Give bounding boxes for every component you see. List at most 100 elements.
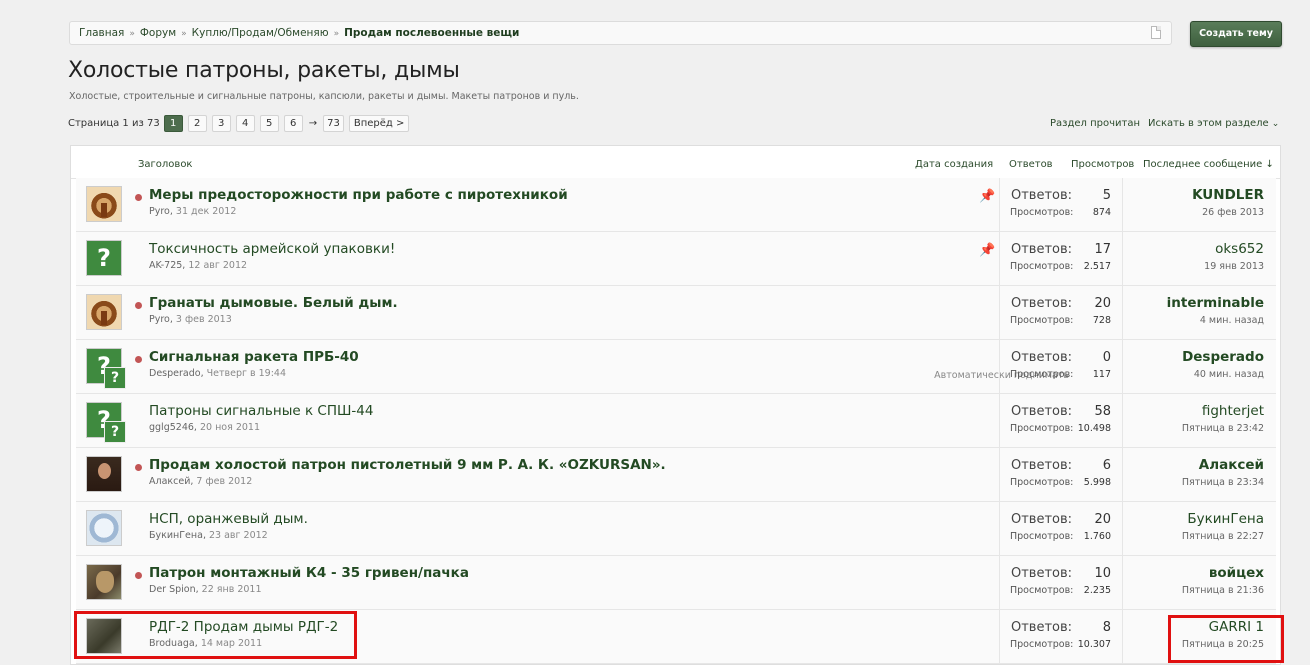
last-post-info: Desperado 40 мин. назад bbox=[1124, 340, 1264, 393]
page-link-3[interactable]: 3 bbox=[211, 115, 231, 132]
replies-count: 8 bbox=[1102, 620, 1111, 635]
sort-by-created[interactable]: Дата создания bbox=[915, 159, 993, 170]
last-post-user-link[interactable]: войцех bbox=[1209, 565, 1264, 581]
thread-date: 3 фев 2013 bbox=[175, 314, 232, 325]
thread-author-link[interactable]: Pyro bbox=[149, 206, 170, 217]
last-post-time-link[interactable]: 26 фев 2013 bbox=[1202, 207, 1264, 218]
chevron-down-icon: ⌄ bbox=[1271, 119, 1280, 129]
replies-label: Ответов: bbox=[1011, 404, 1073, 419]
pyro-avatar[interactable] bbox=[86, 294, 122, 330]
thread-author-link[interactable]: gglg5246 bbox=[149, 422, 194, 433]
replies-label: Ответов: bbox=[1011, 296, 1073, 311]
thread-row: Меры предосторожности при работе с пирот… bbox=[76, 178, 1276, 232]
page-counter: Страница 1 из 73 bbox=[68, 118, 160, 129]
pyro-avatar[interactable] bbox=[86, 186, 122, 222]
last-post-info: БукинГена Пятница в 22:27 bbox=[1124, 502, 1264, 555]
page-link-4[interactable]: 4 bbox=[235, 115, 255, 132]
last-post-time-link[interactable]: 4 мин. назад bbox=[1200, 315, 1264, 326]
thread-row: ?? Патроны сигнальные к СПШ-44 gglg5246, 2… bbox=[76, 394, 1276, 448]
sort-by-last-post[interactable]: Последнее сообщение ↓ bbox=[1143, 159, 1274, 170]
thread-date: 7 фев 2012 bbox=[196, 476, 253, 487]
thread-title-link[interactable]: Токсичность армейской упаковки! bbox=[149, 241, 395, 257]
man-avatar[interactable] bbox=[86, 456, 122, 492]
views-count: 728 bbox=[1092, 315, 1111, 326]
views-count: 2.517 bbox=[1083, 261, 1111, 272]
thread-title-link[interactable]: Меры предосторожности при работе с пирот… bbox=[149, 187, 568, 203]
thread-title-link[interactable]: Сигнальная ракета ПРБ-40 bbox=[149, 349, 359, 365]
thread-stats: Ответов: 0 Просмотров: 117 bbox=[999, 340, 1123, 393]
sort-by-views[interactable]: Просмотров bbox=[1071, 159, 1134, 170]
thread-author-link[interactable]: Der Spion bbox=[149, 584, 196, 595]
replies-label: Ответов: bbox=[1011, 458, 1073, 473]
views-label: Просмотров: bbox=[1010, 261, 1074, 272]
thread-author-link[interactable]: Алаксей bbox=[149, 476, 190, 487]
last-post-user-link[interactable]: oks652 bbox=[1215, 241, 1264, 257]
last-post-time-link[interactable]: Пятница в 22:27 bbox=[1182, 531, 1264, 542]
thread-title-link[interactable]: Патрон монтажный К4 - 35 гривен/пачка bbox=[149, 565, 469, 581]
thread-author-link[interactable]: Pyro bbox=[149, 314, 170, 325]
breadcrumb-home[interactable]: Главная bbox=[79, 27, 124, 39]
views-label: Просмотров: bbox=[1010, 369, 1074, 380]
replies-count: 17 bbox=[1094, 242, 1111, 257]
sticky-pin-icon: 📌 bbox=[979, 189, 996, 204]
views-label: Просмотров: bbox=[1010, 531, 1074, 542]
thread-title-link[interactable]: НСП, оранжевый дым. bbox=[149, 511, 308, 527]
last-post-time-link[interactable]: Пятница в 21:36 bbox=[1182, 585, 1264, 596]
views-label: Просмотров: bbox=[1010, 477, 1074, 488]
thread-date: 31 дек 2012 bbox=[175, 206, 237, 217]
page-link-1[interactable]: 1 bbox=[163, 115, 183, 132]
sort-by-replies[interactable]: Ответов bbox=[1009, 159, 1053, 170]
unread-dot-icon bbox=[135, 572, 142, 579]
thread-stats: Ответов: 58 Просмотров: 10.498 bbox=[999, 394, 1123, 447]
unread-dot-icon bbox=[135, 356, 142, 363]
thread-date: 12 авг 2012 bbox=[188, 260, 248, 271]
replies-count: 5 bbox=[1102, 188, 1111, 203]
question-avatar[interactable]: ? bbox=[86, 240, 122, 276]
thread-stats: Ответов: 6 Просмотров: 5.998 bbox=[999, 448, 1123, 501]
mark-forum-read-link[interactable]: Раздел прочитан bbox=[1050, 118, 1140, 129]
thread-title-link[interactable]: Гранаты дымовые. Белый дым. bbox=[149, 295, 398, 311]
last-post-user-link[interactable]: Desperado bbox=[1182, 349, 1264, 365]
next-page-button[interactable]: Вперёд > bbox=[348, 115, 410, 132]
thread-author-link[interactable]: AK-725 bbox=[149, 260, 182, 271]
last-post-user-link[interactable]: fighterjet bbox=[1202, 403, 1264, 419]
breadcrumb-buy-sell[interactable]: Куплю/Продам/Обменяю bbox=[192, 27, 329, 39]
last-post-user-link[interactable]: Алаксей bbox=[1199, 457, 1264, 473]
logo-avatar[interactable] bbox=[86, 510, 122, 546]
page-icon[interactable] bbox=[1151, 26, 1161, 39]
thread-title-link[interactable]: Продам холостой патрон пистолетный 9 мм … bbox=[149, 457, 666, 473]
create-thread-button[interactable]: Создать тему bbox=[1190, 21, 1282, 47]
thread-list-header: Заголовок Дата создания Ответов Просмотр… bbox=[71, 146, 1280, 179]
last-post-user-link[interactable]: interminable bbox=[1167, 295, 1264, 311]
thread-title-link[interactable]: Патроны сигнальные к СПШ-44 bbox=[149, 403, 373, 419]
breadcrumb-current[interactable]: Продам послевоенные вещи bbox=[344, 27, 519, 39]
page-link-2[interactable]: 2 bbox=[187, 115, 207, 132]
last-post-time-link[interactable]: Пятница в 23:42 bbox=[1182, 423, 1264, 434]
last-post-time-link[interactable]: Пятница в 23:34 bbox=[1182, 477, 1264, 488]
thread-stats: Ответов: 10 Просмотров: 2.235 bbox=[999, 556, 1123, 609]
thread-author-link[interactable]: БукинГена bbox=[149, 530, 203, 541]
thread-stats: Ответов: 5 Просмотров: 874 bbox=[999, 178, 1123, 231]
page-jump-arrow[interactable]: → bbox=[309, 118, 317, 129]
unread-dot-icon bbox=[135, 194, 142, 201]
thread-meta: Pyro, 3 фев 2013 bbox=[149, 314, 232, 325]
breadcrumb-forum[interactable]: Форум bbox=[140, 27, 176, 39]
sort-by-title[interactable]: Заголовок bbox=[138, 159, 192, 170]
page-link-6[interactable]: 6 bbox=[283, 115, 303, 132]
last-post-time-link[interactable]: 19 янв 2013 bbox=[1204, 261, 1264, 272]
dog-avatar[interactable] bbox=[86, 564, 122, 600]
views-count: 5.998 bbox=[1083, 477, 1111, 488]
search-forum-link[interactable]: Искать в этом разделе ⌄ bbox=[1148, 118, 1279, 129]
thread-author-link[interactable]: Desperado bbox=[149, 368, 201, 379]
thread-date: 23 авг 2012 bbox=[208, 530, 268, 541]
question-icon: ? bbox=[104, 421, 126, 443]
page-link-5[interactable]: 5 bbox=[259, 115, 279, 132]
views-label: Просмотров: bbox=[1010, 585, 1074, 596]
page-link-last[interactable]: 73 bbox=[323, 115, 344, 132]
last-post-info: fighterjet Пятница в 23:42 bbox=[1124, 394, 1264, 447]
last-post-time-link[interactable]: 40 мин. назад bbox=[1194, 369, 1264, 380]
replies-count: 6 bbox=[1102, 458, 1111, 473]
last-post-user-link[interactable]: БукинГена bbox=[1187, 511, 1264, 527]
replies-label: Ответов: bbox=[1011, 512, 1073, 527]
last-post-user-link[interactable]: KUNDLER bbox=[1192, 187, 1264, 203]
